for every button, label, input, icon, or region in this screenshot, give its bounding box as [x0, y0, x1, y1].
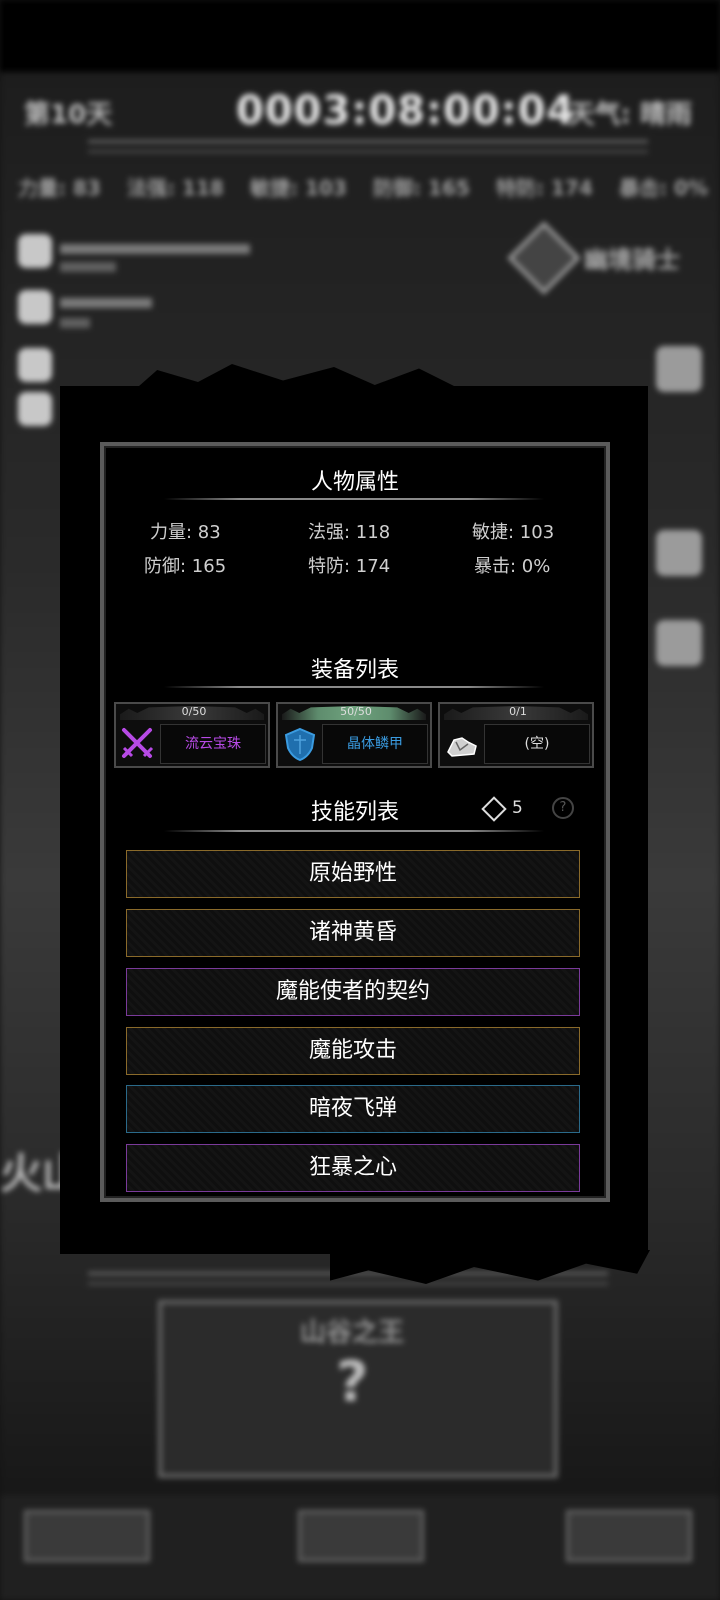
question-mark-icon: ? — [336, 1350, 369, 1415]
rock-icon — [444, 726, 480, 762]
durability-text: 0/1 — [509, 705, 527, 718]
skill-points: 5 — [512, 798, 523, 818]
bottom-button-left — [24, 1510, 150, 1562]
heart-icon — [18, 234, 52, 268]
crossed-swords-icon — [120, 726, 156, 762]
health-bar — [60, 244, 250, 254]
background-stat: 敏捷: 103 — [250, 176, 347, 200]
equipment-slot-1[interactable]: 0/50 流云宝珠 — [114, 702, 270, 768]
attributes-title: 人物属性 — [310, 470, 399, 495]
shield-icon — [282, 726, 318, 762]
help-icon[interactable]: ? — [552, 797, 574, 819]
bottom-button-center — [298, 1510, 424, 1562]
stamina-bar — [60, 298, 152, 308]
divider — [88, 140, 648, 143]
background-stat: 特防: 174 — [496, 176, 593, 200]
attr-strength: 力量: 83 — [150, 522, 221, 543]
list-button — [656, 530, 702, 576]
armor-icon — [18, 392, 52, 426]
title-divider — [164, 686, 544, 688]
equipment-name: 流云宝珠 — [185, 736, 241, 752]
status-bar — [0, 0, 720, 72]
health-bar-value — [60, 262, 116, 272]
attr-crit: 暴击: 0% — [474, 556, 551, 577]
stamina-bar-value — [60, 318, 90, 328]
attr-magic: 法强: 118 — [308, 522, 391, 543]
skills-title: 技能列表 — [310, 800, 399, 825]
food-icon — [18, 348, 52, 382]
skill-item[interactable]: 诸神黄昏 — [126, 909, 580, 957]
skill-item[interactable]: 魔能攻击 — [126, 1027, 580, 1075]
skill-item[interactable]: 狂暴之心 — [126, 1144, 580, 1192]
durability-text: 0/50 — [181, 705, 207, 718]
divider — [88, 150, 648, 153]
equipment-title: 装备列表 — [310, 658, 399, 683]
background-stat: 暴击: 0% — [619, 176, 708, 200]
day-counter: 第10天 — [24, 100, 113, 130]
background-stat: 防御: 165 — [373, 176, 470, 200]
menu-button — [656, 346, 702, 392]
game-clock: 0003:08:00:04 — [236, 88, 576, 134]
durability-text: 50/50 — [340, 705, 372, 718]
boss-emblem-icon — [507, 221, 581, 295]
background-stat: 法强: 118 — [127, 176, 224, 200]
boss-name: 幽境骑士 — [584, 246, 680, 274]
title-divider — [164, 498, 544, 500]
skill-item[interactable]: 暗夜飞弹 — [126, 1085, 580, 1133]
dialog-frame: 人物属性 力量: 83 法强: 118 敏捷: 103 防御: 165 特防: … — [100, 442, 610, 1202]
character-dialog[interactable]: 人物属性 力量: 83 法强: 118 敏捷: 103 防御: 165 特防: … — [60, 386, 648, 1254]
encounter-title: 山谷之王 — [300, 1318, 405, 1348]
skill-item[interactable]: 魔能使者的契约 — [126, 968, 580, 1016]
attr-agility: 敏捷: 103 — [472, 522, 555, 543]
bottom-button-right — [566, 1510, 692, 1562]
weather-label: 天气: 晴雨 — [568, 100, 692, 130]
skill-item[interactable]: 原始野性 — [126, 850, 580, 898]
attr-magic-defense: 特防: 174 — [308, 556, 391, 577]
settings-gear-icon — [656, 620, 702, 666]
equipment-name: (空) — [524, 736, 550, 752]
background-stat: 力量: 83 — [18, 176, 101, 200]
title-divider — [164, 830, 544, 832]
equipment-name: 晶体鳞甲 — [347, 736, 403, 752]
background-stats-row: 力量: 83 法强: 118 敏捷: 103 防御: 165 特防: 174 暴… — [18, 172, 708, 201]
divider — [88, 1282, 608, 1285]
attr-defense: 防御: 165 — [144, 556, 227, 577]
equipment-slot-2[interactable]: 50/50 晶体鳞甲 — [276, 702, 432, 768]
strength-icon — [18, 290, 52, 324]
equipment-slot-3[interactable]: 0/1 (空) — [438, 702, 594, 768]
